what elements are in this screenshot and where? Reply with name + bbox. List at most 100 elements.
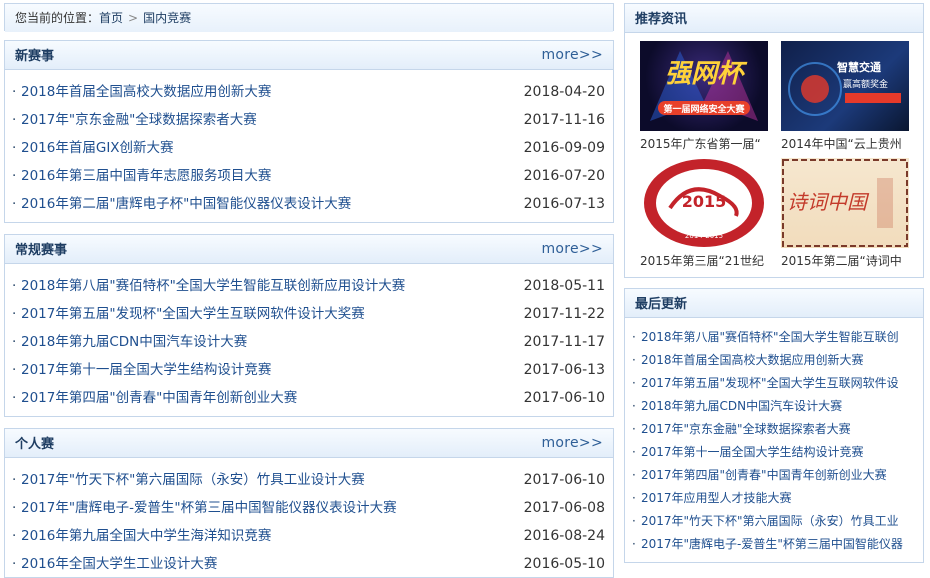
panel-title: 推荐资讯 [635,12,688,27]
event-link[interactable]: 2016年首届GIX创新大赛 [21,140,174,156]
event-link[interactable]: 2017年第四届"创青春"中国青年创新创业大赛 [21,390,297,406]
list-item: · 2018年首届全国高校大数据应用创新大赛 2018-04-20 [5,78,613,106]
updates-panel: 最后更新 · 2018年第八届"赛佰特杯"全国大学生智能互联创 · 2018年首届全… [624,288,924,563]
update-link[interactable]: 2017年"京东金融"全球数据探索者大赛 [641,422,851,436]
list-item: · 2016年首届GIX创新大赛 2016-09-09 [5,134,613,162]
recommend-item[interactable]: 2015 2014-2015 2015年第三届“21世纪 [640,158,770,269]
breadcrumb-prefix: 您当前的位置： [15,11,100,25]
recommend-item[interactable]: 诗词中国 2015年第二届“诗词中 [781,158,911,269]
list-item: · 2017年第五届"发现杯"全国大学生互联网软件设 [625,372,923,395]
update-link[interactable]: 2017年第十一届全国大学生结构设计竞赛 [641,445,864,459]
update-link[interactable]: 2018年第八届"赛佰特杯"全国大学生智能互联创 [641,330,899,344]
event-list: · 2018年首届全国高校大数据应用创新大赛 2018-04-20 · 2017年"京… [5,70,613,218]
section-title: 常规赛事 [15,243,68,258]
more-link[interactable]: more>> [541,429,603,457]
event-link[interactable]: 2016年第二届"唐辉电子杯"中国智能仪器仪表设计大赛 [21,196,351,212]
event-link[interactable]: 2017年"京东金融"全球数据探索者大赛 [21,112,257,128]
event-date: 2016-07-20 [523,168,605,184]
event-date: 2017-11-22 [523,306,605,322]
recommend-image[interactable]: 智慧交通 赢高额奖金 [781,41,909,131]
bullet-icon: · [632,491,636,505]
event-list: · 2017年"竹天下杯"第六届国际（永安）竹具工业设计大赛 2017-06-10 … [5,458,613,578]
updates-list: · 2018年第八届"赛佰特杯"全国大学生智能互联创 · 2018年首届全国高校大数… [625,318,923,556]
bullet-icon: · [632,422,636,436]
event-link[interactable]: 2018年首届全国高校大数据应用创新大赛 [21,84,271,100]
event-link[interactable]: 2017年第五届"发现杯"全国大学生互联网软件设计大奖赛 [21,306,365,322]
event-date: 2017-06-10 [523,472,605,488]
section-title: 个人赛 [15,437,55,452]
bullet-icon: · [12,306,17,322]
bullet-icon: · [12,84,17,100]
list-item: · 2018年第八届"赛佰特杯"全国大学生智能互联创 [625,326,923,349]
section-regular-events: 常规赛事 more>> · 2018年第八届"赛佰特杯"全国大学生智能互联创新应用… [4,234,614,417]
list-item: · 2017年第十一届全国大学生结构设计竞赛 2017-06-13 [5,356,613,384]
list-item: · 2017年应用型人才技能大赛 [625,487,923,510]
breadcrumb-separator: > [128,11,139,25]
update-link[interactable]: 2017年应用型人才技能大赛 [641,491,792,505]
poster-title-text: 诗词中国 [787,190,867,214]
list-item: · 2017年"竹天下杯"第六届国际（永安）竹具工业 [625,510,923,533]
recommend-image[interactable]: 诗词中国 [781,158,909,248]
list-item: · 2017年第四届"创青春"中国青年创新创业大赛 2017-06-10 [5,384,613,412]
bullet-icon: · [632,445,636,459]
bullet-icon: · [632,468,636,482]
recommend-caption[interactable]: 2015年第二届“诗词中 [781,252,911,269]
update-link[interactable]: 2018年首届全国高校大数据应用创新大赛 [641,353,864,367]
list-item: · 2016年第二届"唐辉电子杯"中国智能仪器仪表设计大赛 2016-07-13 [5,190,613,218]
bullet-icon: · [12,528,17,544]
event-link[interactable]: 2016年第三届中国青年志愿服务项目大赛 [21,168,271,184]
list-item: · 2016年第三届中国青年志愿服务项目大赛 2016-07-20 [5,162,613,190]
list-item: · 2017年"竹天下杯"第六届国际（永安）竹具工业设计大赛 2017-06-10 [5,466,613,494]
event-date: 2016-08-24 [523,528,605,544]
list-item: · 2018年首届全国高校大数据应用创新大赛 [625,349,923,372]
recommend-item[interactable]: 强网杯 第一届网络安全大赛 2015年广东省第一届“ [640,41,770,152]
panel-title: 最后更新 [635,297,688,312]
bullet-icon: · [12,278,17,294]
recommend-caption[interactable]: 2014年中国“云上贵州 [781,135,911,152]
recommend-image[interactable]: 强网杯 第一届网络安全大赛 [640,41,768,131]
event-link[interactable]: 2016年第九届全国大中学生海洋知识竞赛 [21,528,271,544]
bullet-icon: · [12,334,17,350]
emblem-year-text: 2015 [681,192,727,211]
list-item: · 2017年第四届"创青春"中国青年创新创业大赛 [625,464,923,487]
event-date: 2017-11-16 [523,112,605,128]
more-link[interactable]: more>> [541,41,603,69]
section-new-events: 新赛事 more>> · 2018年首届全国高校大数据应用创新大赛 2018-04-… [4,40,614,223]
update-link[interactable]: 2017年第五届"发现杯"全国大学生互联网软件设 [641,376,899,390]
update-link[interactable]: 2017年"唐辉电子-爱普生"杯第三届中国智能仪器 [641,537,903,551]
more-link[interactable]: more>> [541,235,603,263]
list-item: · 2017年"唐辉电子-爱普生"杯第三届中国智能仪器仪表设计大赛 2017-06-… [5,494,613,522]
event-link[interactable]: 2018年第九届CDN中国汽车设计大赛 [21,334,247,350]
bullet-icon: · [12,140,17,156]
list-item: · 2017年第五届"发现杯"全国大学生互联网软件设计大奖赛 2017-11-22 [5,300,613,328]
recommend-caption[interactable]: 2015年广东省第一届“ [640,135,770,152]
list-item: · 2018年第九届CDN中国汽车设计大赛 [625,395,923,418]
event-date: 2017-11-17 [523,334,605,350]
update-link[interactable]: 2017年第四届"创青春"中国青年创新创业大赛 [641,468,887,482]
bullet-icon: · [632,399,636,413]
poster-subtitle-text: 赢高额奖金 [843,80,889,90]
bullet-icon: · [12,556,17,572]
list-item: · 2017年第十一届全国大学生结构设计竞赛 [625,441,923,464]
event-link[interactable]: 2016年全国大学生工业设计大赛 [21,556,217,572]
bullet-icon: · [12,168,17,184]
recommend-panel: 推荐资讯 强网杯 第一届网络安全大赛 2015年广东省第一届“ 智慧交通 赢高额… [624,3,924,278]
event-date: 2018-04-20 [523,84,605,100]
update-link[interactable]: 2017年"竹天下杯"第六届国际（永安）竹具工业 [641,514,899,528]
event-date: 2017-06-08 [523,500,605,516]
recommend-item[interactable]: 智慧交通 赢高额奖金 2014年中国“云上贵州 [781,41,911,152]
event-link[interactable]: 2017年第十一届全国大学生结构设计竞赛 [21,362,271,378]
bullet-icon: · [12,500,17,516]
list-item: · 2017年"唐辉电子-爱普生"杯第三届中国智能仪器 [625,533,923,556]
breadcrumb-home-link[interactable]: 首页 [99,11,123,25]
breadcrumb-current-link[interactable]: 国内竞赛 [143,11,191,25]
section-title: 新赛事 [15,49,55,64]
recommend-image[interactable]: 2015 2014-2015 [640,158,768,248]
event-link[interactable]: 2017年"竹天下杯"第六届国际（永安）竹具工业设计大赛 [21,472,365,488]
recommend-caption[interactable]: 2015年第三届“21世纪 [640,252,770,269]
poster-subtitle-text: 第一届网络安全大赛 [663,105,745,115]
list-item: · 2018年第八届"赛佰特杯"全国大学生智能互联创新应用设计大赛 2018-05-… [5,272,613,300]
event-link[interactable]: 2018年第八届"赛佰特杯"全国大学生智能互联创新应用设计大赛 [21,278,405,294]
event-link[interactable]: 2017年"唐辉电子-爱普生"杯第三届中国智能仪器仪表设计大赛 [21,500,397,516]
update-link[interactable]: 2018年第九届CDN中国汽车设计大赛 [641,399,842,413]
